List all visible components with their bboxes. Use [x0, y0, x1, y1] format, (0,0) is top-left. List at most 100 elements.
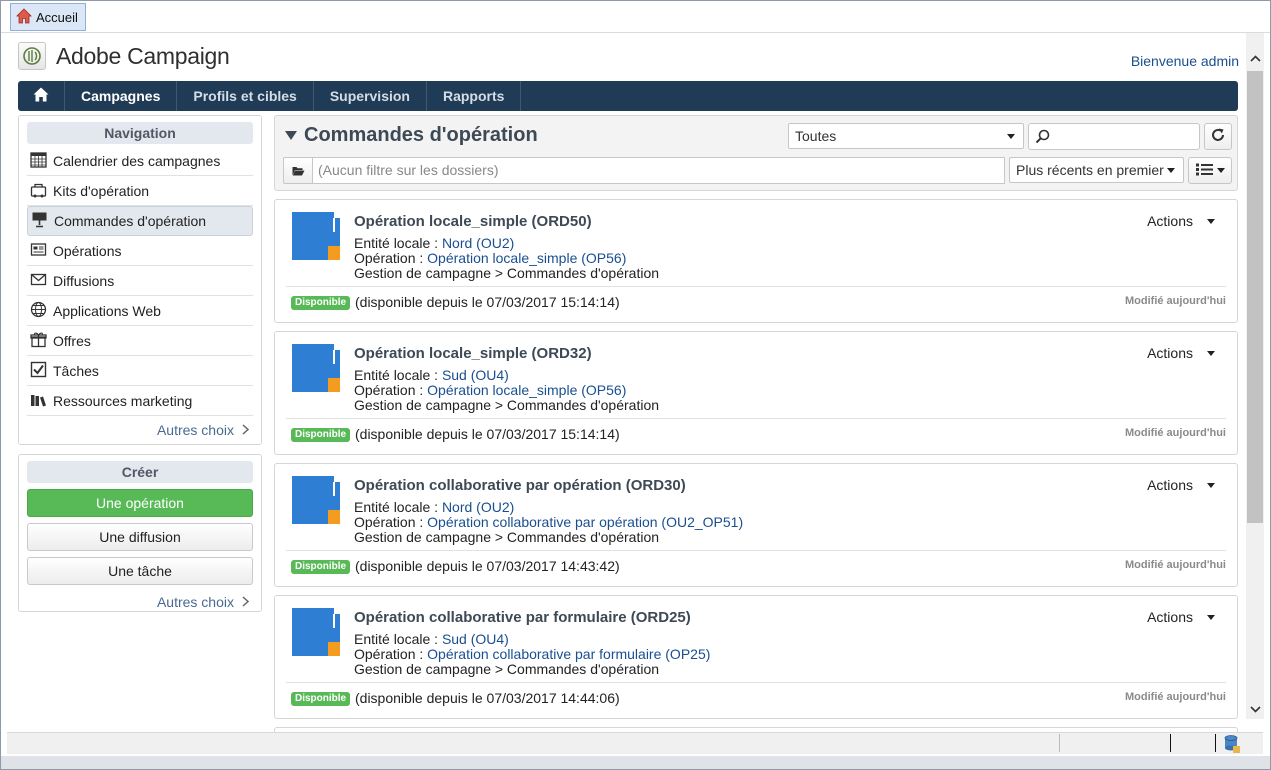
top-navigation: Campagnes Profils et cibles Supervision … — [18, 81, 1238, 111]
folder-filter-button[interactable] — [283, 157, 313, 184]
chevron-right-icon — [242, 594, 250, 610]
house-icon — [16, 7, 32, 27]
scroll-down-button[interactable] — [1247, 700, 1263, 716]
order-operation-line: Opération : Opération locale_simple (OP5… — [354, 382, 626, 398]
database-icon[interactable] — [1223, 734, 1241, 757]
actions-label: Actions — [1147, 609, 1193, 625]
tab-strip: Accueil — [1, 1, 1270, 33]
app-title: Adobe Campaign — [56, 43, 230, 69]
status-badge: Disponible — [291, 692, 351, 706]
chevron-down-icon — [1249, 700, 1261, 716]
order-folder-path: Gestion de campagne > Commandes d'opérat… — [354, 265, 660, 281]
order-card[interactable]: Opération collaborative par opération (O… — [274, 463, 1238, 587]
order-folder-path: Gestion de campagne > Commandes d'opérat… — [354, 529, 660, 545]
application-window: Accueil Adobe Campaign Bienvenue admin C… — [0, 0, 1271, 770]
list-title-toggle[interactable]: Commandes d'opération — [285, 124, 538, 147]
navigation-more-choices-link[interactable]: Autres choix — [19, 416, 261, 444]
order-folder-path: Gestion de campagne > Commandes d'opérat… — [354, 661, 660, 677]
nav-item-label: Ressources marketing — [53, 392, 193, 409]
nav-item-operations[interactable]: Opérations — [27, 236, 253, 266]
scroll-up-button[interactable] — [1247, 49, 1263, 65]
create-task-button[interactable]: Une tâche — [27, 557, 253, 585]
kit-icon — [30, 181, 47, 201]
order-status-text: (disponible depuis le 07/03/2017 15:14:1… — [355, 294, 620, 310]
order-title[interactable]: Opération locale_simple (ORD50) — [354, 213, 592, 230]
order-title[interactable]: Opération locale_simple (ORD32) — [354, 345, 592, 362]
order-operation-line: Opération : Opération collaborative par … — [354, 514, 743, 530]
folder-filter-field[interactable]: (Aucun filtre sur les dossiers) — [313, 157, 1005, 184]
nav-item-taches[interactable]: Tâches — [27, 356, 253, 386]
order-card[interactable]: Opération collaborative par formulaire (… — [274, 595, 1238, 719]
nav-home-button[interactable] — [18, 81, 65, 111]
welcome-user-link[interactable]: Bienvenue admin — [1131, 53, 1239, 69]
chevron-down-icon — [1207, 482, 1215, 488]
order-entity-line: Entité locale : Sud (OU4) — [354, 367, 509, 383]
order-title[interactable]: Opération collaborative par opération (O… — [354, 477, 686, 494]
entity-link[interactable]: Nord (OU2) — [442, 235, 514, 251]
adobe-campaign-logo-icon — [18, 42, 46, 70]
nav-tab-rapports[interactable]: Rapports — [427, 81, 522, 111]
entity-label: Entité locale : — [354, 367, 442, 383]
create-delivery-button[interactable]: Une diffusion — [27, 523, 253, 551]
search-input[interactable] — [1028, 123, 1200, 150]
create-operation-button[interactable]: Une opération — [27, 489, 253, 517]
scrollbar-thumb[interactable] — [1247, 71, 1263, 523]
operation-label: Opération : — [354, 514, 428, 530]
entity-link[interactable]: Sud (OU4) — [442, 631, 509, 647]
order-modified-text: Modifié aujourd'hui — [1125, 691, 1226, 703]
navigation-panel: Navigation Calendrier des campagnes Kits… — [18, 115, 262, 445]
navigation-panel-title: Navigation — [27, 122, 253, 144]
operation-link[interactable]: Opération collaborative par formulaire (… — [427, 646, 710, 662]
globe-icon — [30, 301, 47, 321]
operation-order-icon — [292, 476, 340, 524]
status-filter-value: Toutes — [795, 128, 837, 144]
nav-item-label: Offres — [53, 332, 91, 349]
nav-tab-profils-et-cibles[interactable]: Profils et cibles — [177, 81, 314, 111]
status-filter-select[interactable]: Toutes — [788, 123, 1024, 149]
chevron-down-icon — [1207, 614, 1215, 620]
order-actions-menu[interactable]: Actions — [1147, 345, 1215, 361]
gift-icon — [30, 331, 47, 351]
nav-item-kits-d-operation[interactable]: Kits d'opération — [27, 176, 253, 206]
nav-item-ressources-marketing[interactable]: Ressources marketing — [27, 386, 253, 416]
card-divider — [286, 286, 1226, 287]
nav-item-applications-web[interactable]: Applications Web — [27, 296, 253, 326]
refresh-button[interactable] — [1204, 123, 1232, 150]
chevron-down-icon — [1167, 168, 1175, 173]
folder-open-icon — [292, 163, 305, 179]
order-actions-menu[interactable]: Actions — [1147, 609, 1215, 625]
nav-item-offres[interactable]: Offres — [27, 326, 253, 356]
order-modified-text: Modifié aujourd'hui — [1125, 295, 1226, 307]
operation-label: Opération : — [354, 250, 428, 266]
order-card[interactable]: Opération locale_simple (ORD32) Entité l… — [274, 331, 1238, 455]
nav-item-diffusions[interactable]: Diffusions — [27, 266, 253, 296]
status-divider — [1059, 734, 1060, 752]
order-title[interactable]: Opération collaborative par formulaire (… — [354, 609, 691, 626]
view-mode-button[interactable] — [1188, 157, 1232, 184]
operation-link[interactable]: Opération locale_simple (OP56) — [427, 382, 626, 398]
order-icon — [31, 211, 48, 231]
create-more-choices-link[interactable]: Autres choix — [19, 588, 261, 616]
operations-icon — [30, 241, 47, 261]
operation-order-icon — [292, 344, 340, 392]
order-actions-menu[interactable]: Actions — [1147, 477, 1215, 493]
order-card[interactable]: Opération locale_simple (ORD50) Entité l… — [274, 199, 1238, 323]
page-title: Commandes d'opération — [304, 124, 538, 146]
order-actions-menu[interactable]: Actions — [1147, 213, 1215, 229]
status-divider — [1170, 734, 1171, 752]
sort-order-select[interactable]: Plus récents en premier — [1009, 157, 1184, 183]
sort-order-value: Plus récents en premier — [1016, 162, 1164, 178]
entity-link[interactable]: Sud (OU4) — [442, 367, 509, 383]
nav-item-calendrier-des-campagnes[interactable]: Calendrier des campagnes — [27, 146, 253, 176]
nav-item-commandes-d-operation[interactable]: Commandes d'opération — [27, 206, 253, 236]
operation-link[interactable]: Opération collaborative par opération (O… — [427, 514, 743, 530]
nav-tab-supervision[interactable]: Supervision — [314, 81, 427, 111]
entity-label: Entité locale : — [354, 499, 442, 515]
checkbox-icon — [30, 361, 47, 381]
operation-link[interactable]: Opération locale_simple (OP56) — [427, 250, 626, 266]
order-status-text: (disponible depuis le 07/03/2017 15:14:1… — [355, 426, 620, 442]
nav-tab-campagnes[interactable]: Campagnes — [65, 81, 178, 111]
tab-accueil[interactable]: Accueil — [10, 3, 86, 31]
entity-label: Entité locale : — [354, 235, 442, 251]
entity-link[interactable]: Nord (OU2) — [442, 499, 514, 515]
